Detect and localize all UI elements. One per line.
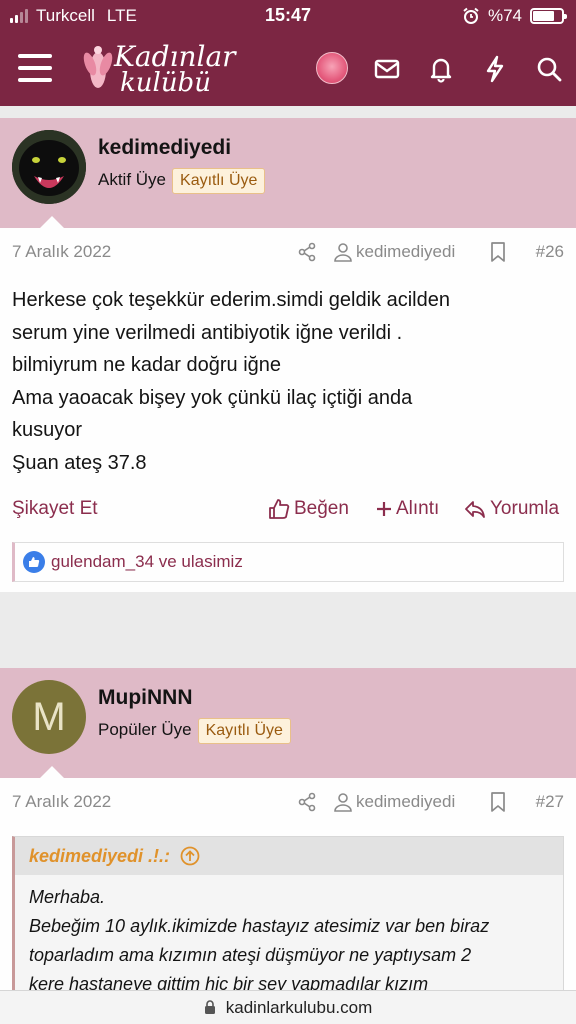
username[interactable]: kedimediyedi [98, 136, 231, 160]
user-role: Aktif Üye Kayıtlı Üye [98, 168, 266, 194]
post-date[interactable]: 7 Aralık 2022 [12, 242, 111, 262]
user-icon [334, 793, 352, 812]
menu-icon[interactable] [18, 54, 52, 82]
post-meta: 7 Aralık 2022 kedimediyedi #26 [12, 242, 564, 266]
quote-line: Merhaba. [29, 887, 106, 907]
site-logo[interactable]: Kadınlar kulübü [80, 40, 236, 98]
member-badge: Kayıtlı Üye [172, 168, 266, 194]
share-icon[interactable] [297, 792, 317, 812]
report-label: Şikayet Et [12, 498, 98, 519]
reaction-users: gulendam_34 ve ulasimiz [51, 552, 243, 571]
panther-avatar-icon [12, 130, 86, 204]
post-body: 7 Aralık 2022 kedimediyedi #27 kedimediy… [0, 778, 576, 990]
post-message: Herkese çok teşekkür ederim.simdi geldik… [12, 284, 562, 479]
message-line: Ama yaoacak bişey yok çünkü ilaç içtiği … [12, 386, 413, 409]
author-name: kedimediyedi [356, 242, 456, 261]
alarm-icon [463, 7, 479, 24]
role-label: Aktif Üye [98, 170, 167, 189]
quote-button[interactable]: Alıntı [376, 498, 439, 520]
username[interactable]: MupiNNN [98, 686, 192, 710]
search-icon[interactable] [534, 54, 564, 84]
quote-header[interactable]: kedimediyedi .!.: [15, 837, 563, 875]
bolt-icon[interactable] [480, 54, 510, 84]
avatar-letter: M [32, 694, 66, 739]
post-author[interactable]: kedimediyedi [334, 242, 455, 262]
speech-pointer [40, 766, 64, 778]
quote-author: kedimediyedi .!.: [29, 845, 171, 866]
report-button[interactable]: Şikayet Et [12, 498, 98, 520]
like-reaction-icon [23, 551, 45, 573]
like-label: Beğen [294, 498, 349, 519]
mail-icon[interactable] [372, 54, 402, 84]
quote-line: Bebeğim 10 aylık.ikimizde hastayız atesi… [29, 916, 490, 936]
role-label: Popüler Üye [98, 720, 192, 739]
top-bar: Turkcell LTE 15:47 %74 Kadınlar kulübü [0, 0, 576, 106]
quote-body: Merhaba. Bebeğim 10 aylık.ikimizde hasta… [15, 875, 563, 990]
reply-button[interactable]: Yorumla [464, 498, 559, 520]
reply-icon [465, 501, 485, 518]
lock-icon [204, 1000, 215, 1014]
battery-icon [530, 8, 567, 24]
thumbs-up-icon [269, 499, 290, 519]
reply-label: Yorumla [490, 498, 560, 519]
reactions-bar[interactable]: gulendam_34 ve ulasimiz [12, 542, 564, 582]
browser-url-bar[interactable]: kadinlarkulubu.com [0, 990, 576, 1024]
author-name: kedimediyedi [356, 792, 456, 811]
like-button[interactable]: Beğen [268, 498, 349, 520]
user-icon [334, 243, 352, 262]
battery-fill [533, 11, 554, 21]
post-date[interactable]: 7 Aralık 2022 [12, 792, 111, 812]
post-body: 7 Aralık 2022 kedimediyedi #26 Herkese ç… [0, 228, 576, 592]
post-meta: 7 Aralık 2022 kedimediyedi #27 [12, 792, 564, 816]
message-line: serum yine verilmedi antibiyotik iğne ve… [12, 321, 403, 344]
arrow-up-circle-icon[interactable] [180, 846, 200, 866]
message-line: Şuan ateş 37.8 [12, 451, 147, 474]
site-header: Kadınlar kulübü [0, 32, 576, 106]
status-right: %74 [462, 6, 567, 26]
message-line: kusuyor [12, 419, 83, 441]
logo-text-line2: kulübü [120, 68, 211, 98]
quote-line: toparladım ama kızımın ateşi düşmüyor ne… [29, 945, 472, 965]
post-number[interactable]: #27 [536, 792, 564, 812]
status-bar: Turkcell LTE 15:47 %74 [0, 0, 576, 32]
quote-block: kedimediyedi .!.: Merhaba. Bebeğim 10 ay… [12, 836, 564, 990]
quote-line: kere hastaneye gittim hiç bir şey yapmad… [29, 974, 429, 990]
bookmark-icon[interactable] [490, 242, 506, 262]
member-badge: Kayıtlı Üye [197, 718, 291, 744]
quote-label: Alıntı [396, 498, 440, 519]
message-line: bilmiyrum ne kadar doğru iğne [12, 354, 282, 376]
bookmark-icon[interactable] [490, 792, 506, 812]
url-domain: kadinlarkulubu.com [225, 997, 373, 1017]
plus-icon [377, 502, 391, 516]
avatar[interactable] [12, 130, 86, 204]
bell-icon[interactable] [426, 54, 456, 84]
post-author[interactable]: kedimediyedi [334, 792, 455, 812]
user-role: Popüler Üye Kayıtlı Üye [98, 718, 291, 744]
share-icon[interactable] [297, 242, 317, 262]
message-line: Herkese çok teşekkür ederim.simdi geldik… [12, 289, 450, 311]
post-header: kedimediyedi Aktif Üye Kayıtlı Üye [0, 118, 576, 228]
post-actions: Şikayet Et Beğen Alıntı Yorumla [12, 498, 564, 524]
battery-percent: %74 [487, 6, 522, 25]
user-avatar[interactable] [316, 52, 348, 84]
speech-pointer [40, 216, 64, 228]
post-header: M MupiNNN Popüler Üye Kayıtlı Üye [0, 668, 576, 778]
post-number[interactable]: #26 [536, 242, 564, 262]
avatar[interactable]: M [12, 680, 86, 754]
